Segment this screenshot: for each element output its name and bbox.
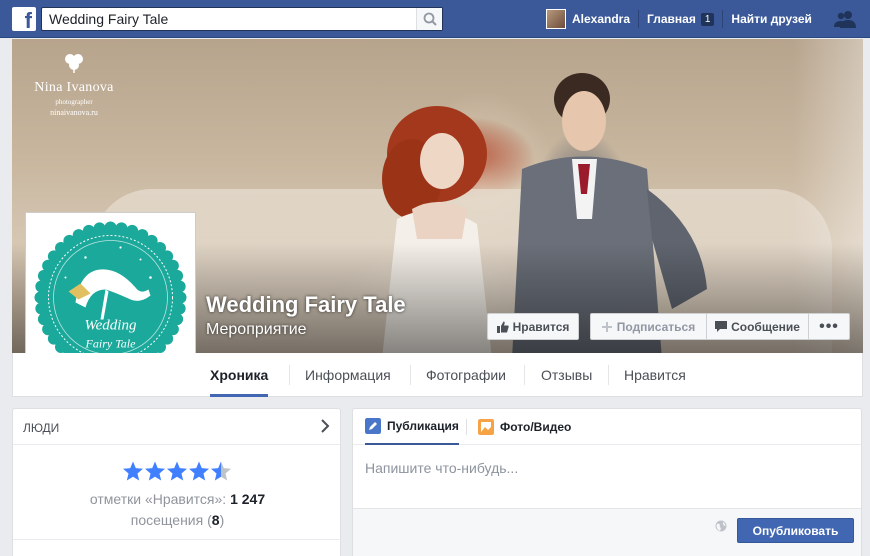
top-navigation-bar: f Wedding Fairy Tale Alexandra Главная 1… — [0, 0, 870, 38]
photo-icon — [478, 419, 494, 435]
like-button-label: Нравится — [512, 319, 570, 334]
logo-scallop — [35, 280, 48, 293]
search-button[interactable] — [416, 8, 442, 30]
user-name-link[interactable]: Alexandra — [572, 12, 630, 26]
logo-text-line2: Fairy Tale — [85, 337, 137, 351]
logo-scallop — [174, 291, 187, 304]
search-icon — [423, 12, 437, 26]
tab-divider — [608, 365, 609, 385]
visits-label: посещения ( — [130, 512, 212, 528]
photographer-subtitle: photographer — [55, 98, 93, 106]
page-action-group: Подписаться Сообщение ••• — [590, 313, 850, 340]
home-notification-badge: 1 — [700, 12, 715, 26]
logo-scallop — [82, 224, 95, 237]
message-label: Сообщение — [731, 319, 800, 334]
message-button[interactable]: Сообщение — [707, 314, 809, 339]
composer-tab-photo[interactable]: Фото/Видео — [478, 409, 571, 445]
tab-info[interactable]: Информация — [305, 353, 391, 396]
subscribe-label: Подписаться — [616, 319, 696, 334]
tab-divider — [410, 365, 411, 385]
star-icon — [167, 461, 187, 481]
divider — [638, 10, 640, 28]
photographer-site: ninaivanova.ru — [50, 108, 98, 117]
facebook-logo-icon[interactable]: f — [12, 7, 36, 31]
page-category[interactable]: Мероприятие — [206, 321, 307, 339]
star-icon — [189, 461, 209, 481]
composer-tabs: Публикация Фото/Видео — [353, 409, 861, 445]
clover-logo-icon — [65, 54, 83, 73]
photographer-name: Nina Ivanova — [34, 80, 114, 95]
logo-scallop — [173, 302, 186, 315]
chevron-right-icon[interactable] — [320, 419, 330, 433]
people-card: ЛЮДИ отметки «Нравится»: 1 247 посещения… — [12, 408, 342, 556]
page-title[interactable]: Wedding Fairy Tale — [206, 292, 406, 318]
home-link[interactable]: Главная — [647, 12, 696, 26]
people-card-title: ЛЮДИ — [23, 421, 60, 435]
tab-timeline[interactable]: Хроника — [210, 353, 269, 397]
divider — [13, 539, 342, 540]
divider — [466, 419, 467, 435]
composer-tab-post-label: Публикация — [387, 419, 459, 433]
tab-photos[interactable]: Фотографии — [426, 353, 506, 396]
star-icon — [211, 461, 231, 481]
tab-divider — [524, 365, 525, 385]
likes-count: 1 247 — [230, 491, 266, 507]
composer-input[interactable]: Напишите что-нибудь... — [365, 460, 518, 476]
search-input[interactable]: Wedding Fairy Tale — [49, 11, 168, 27]
globe-icon[interactable] — [715, 520, 727, 532]
friend-requests-icon[interactable] — [834, 9, 856, 29]
logo-scallop — [171, 269, 184, 282]
likes-count-line[interactable]: отметки «Нравится»: 1 247 — [13, 491, 342, 507]
composer-tab-photo-label: Фото/Видео — [500, 420, 572, 434]
thumbs-up-icon — [496, 321, 509, 333]
post-composer: Публикация Фото/Видео Напишите что-нибуд… — [352, 408, 862, 556]
page-tabs: Хроника Информация Фотографии Отзывы Нра… — [12, 353, 863, 397]
logo-scallop — [173, 280, 186, 293]
tab-divider — [289, 365, 290, 385]
visits-count-line[interactable]: посещения (8) — [13, 512, 342, 528]
tab-likes[interactable]: Нравится — [624, 353, 686, 396]
publish-button[interactable]: Опубликовать — [737, 518, 854, 543]
user-avatar[interactable] — [546, 9, 566, 29]
logo-scallop — [34, 291, 47, 304]
subscribe-button[interactable]: Подписаться — [591, 314, 707, 339]
people-card-header[interactable]: ЛЮДИ — [13, 409, 340, 445]
search-box[interactable]: Wedding Fairy Tale — [41, 7, 443, 31]
logo-scallop — [104, 221, 117, 234]
logo-scallop — [35, 302, 48, 315]
more-options-button[interactable]: ••• — [809, 314, 849, 339]
likes-label: отметки «Нравится»: — [89, 491, 231, 507]
composer-footer: Опубликовать — [353, 508, 861, 556]
plus-icon — [601, 321, 612, 332]
logo-scallop — [115, 222, 128, 235]
star-icon — [123, 461, 143, 481]
logo-scallop — [37, 313, 50, 326]
composer-tab-post[interactable]: Публикация — [365, 409, 459, 445]
pencil-icon — [365, 418, 381, 434]
find-friends-link[interactable]: Найти друзей — [731, 12, 811, 26]
rating-stars — [123, 461, 231, 481]
message-bubble-icon — [715, 320, 728, 332]
logo-scallop — [93, 222, 106, 235]
visits-count: 8 — [211, 512, 220, 528]
top-user-area: Alexandra Главная 1 Найти друзей — [546, 0, 812, 38]
like-page-button[interactable]: Нравится — [487, 313, 579, 340]
divider — [722, 10, 724, 28]
star-icon — [145, 461, 165, 481]
logo-text-line1: Wedding — [85, 318, 137, 334]
tab-reviews[interactable]: Отзывы — [541, 353, 592, 396]
visits-close: ) — [219, 512, 225, 528]
photographer-watermark: Nina Ivanova photographer ninaivanova.ru — [24, 51, 124, 117]
